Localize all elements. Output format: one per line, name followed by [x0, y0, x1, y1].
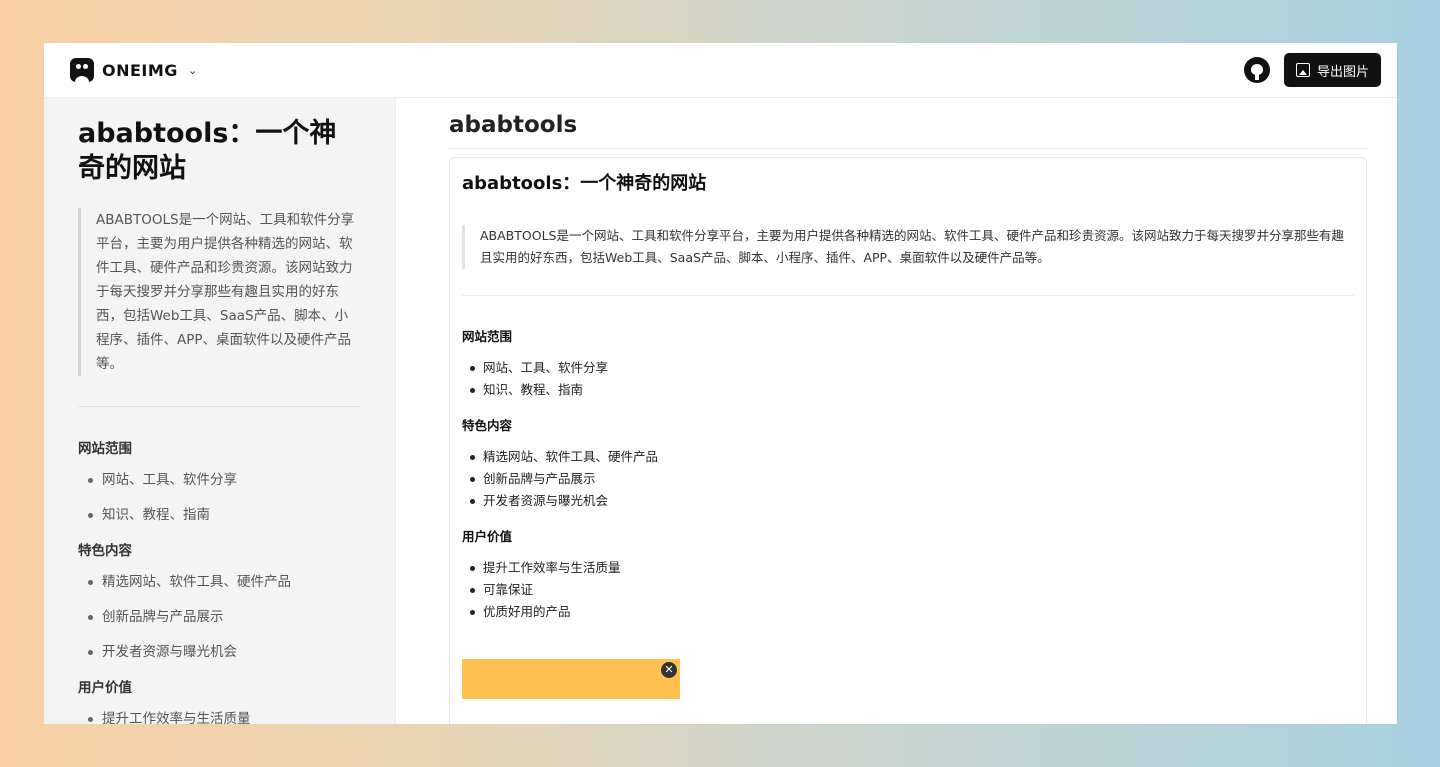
- preview-intro: ABABTOOLS是一个网站、工具和软件分享平台，主要为用户提供各种精选的网站、…: [78, 208, 361, 376]
- preview-section-heading: 网站范围: [78, 441, 132, 457]
- card-section-heading: 特色内容: [462, 418, 513, 433]
- card-list: 精选网站、软件工具、硬件产品 创新品牌与产品展示 开发者资源与曝光机会: [470, 446, 1354, 512]
- divider: [78, 406, 361, 407]
- page-title: ababtools: [449, 112, 578, 138]
- top-bar: ONEIMG ⌄ 导出图片: [44, 43, 1397, 98]
- list-item: 可靠保证: [470, 579, 1354, 601]
- app-window: ONEIMG ⌄ 导出图片 ababtools：一个神奇的网站 ABABTOOL…: [44, 43, 1397, 724]
- export-image-button[interactable]: 导出图片: [1283, 53, 1381, 87]
- list-item: 提升工作效率与生活质量: [470, 557, 1354, 579]
- preview-section-heading: 特色内容: [78, 543, 132, 559]
- preview-list: 精选网站、软件工具、硬件产品 创新品牌与产品展示 开发者资源与曝光机会: [88, 571, 361, 663]
- card-section-heading: 用户价值: [462, 529, 513, 544]
- list-item: 精选网站、软件工具、硬件产品: [470, 446, 1354, 468]
- content-card: ababtools：一个神奇的网站 ABABTOOLS是一个网站、工具和软件分享…: [449, 157, 1367, 724]
- oneimg-logo-icon: [70, 58, 94, 82]
- preview-panel: ababtools：一个神奇的网站 ABABTOOLS是一个网站、工具和软件分享…: [44, 98, 396, 724]
- card-intro: ABABTOOLS是一个网站、工具和软件分享平台，主要为用户提供各种精选的网站、…: [462, 225, 1354, 269]
- preview-list: 网站、工具、软件分享 知识、教程、指南: [88, 469, 361, 526]
- main-content: ababtools ababtools：一个神奇的网站 ABABTOOLS是一个…: [396, 98, 1397, 724]
- list-item: 知识、教程、指南: [470, 379, 1354, 401]
- list-item: 网站、工具、软件分享: [470, 357, 1354, 379]
- image-icon: [1295, 63, 1310, 77]
- divider: [449, 148, 1367, 149]
- brand-name: ONEIMG: [102, 60, 178, 80]
- card-list: 网站、工具、软件分享 知识、教程、指南: [470, 357, 1354, 401]
- chevron-down-icon: ⌄: [187, 63, 198, 77]
- list-item: 知识、教程、指南: [88, 504, 361, 526]
- list-item: 优质好用的产品: [470, 601, 1354, 623]
- list-item: 开发者资源与曝光机会: [470, 490, 1354, 512]
- list-item: 创新品牌与产品展示: [470, 468, 1354, 490]
- card-title: ababtools：一个神奇的网站: [462, 173, 707, 194]
- close-icon[interactable]: ✕: [661, 662, 677, 678]
- list-item: 开发者资源与曝光机会: [88, 641, 361, 663]
- preview-section-heading: 用户价值: [78, 680, 132, 696]
- top-actions: 导出图片: [1243, 53, 1381, 87]
- list-item: 网站、工具、软件分享: [88, 469, 361, 491]
- ad-banner[interactable]: ✕: [462, 659, 680, 699]
- preview-list: 提升工作效率与生活质量 可靠保证 优质好用的产品: [88, 708, 361, 724]
- divider: [462, 295, 1354, 296]
- card-section-heading: 网站范围: [462, 329, 513, 344]
- list-item: 提升工作效率与生活质量: [88, 708, 361, 724]
- github-icon[interactable]: [1243, 57, 1270, 83]
- export-button-label: 导出图片: [1316, 63, 1369, 79]
- preview-title: ababtools：一个神奇的网站: [78, 118, 337, 184]
- brand-menu[interactable]: ONEIMG ⌄: [70, 58, 197, 82]
- list-item: 精选网站、软件工具、硬件产品: [88, 571, 361, 593]
- list-item: 创新品牌与产品展示: [88, 606, 361, 628]
- card-list: 提升工作效率与生活质量 可靠保证 优质好用的产品: [470, 557, 1354, 623]
